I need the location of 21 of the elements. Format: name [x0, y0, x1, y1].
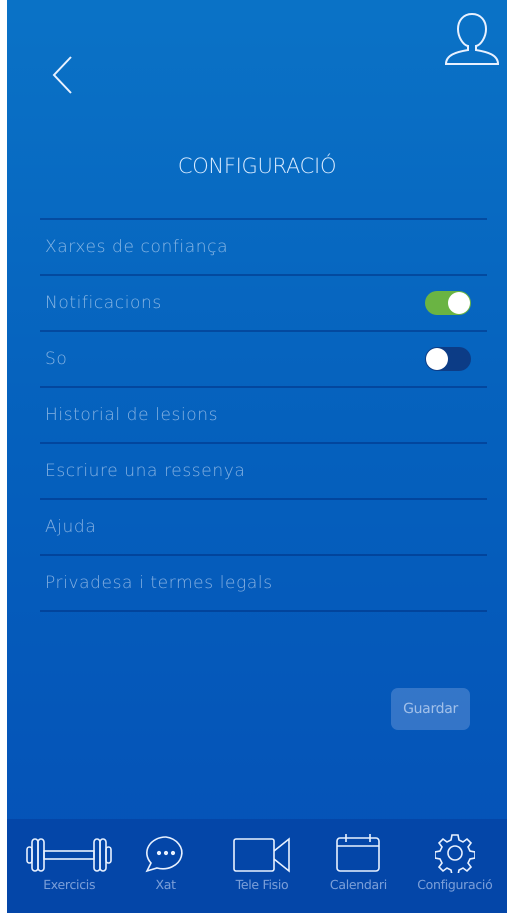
- back-icon[interactable]: [52, 56, 72, 94]
- tab-label[interactable]: Exercicis: [43, 877, 96, 892]
- setting-label[interactable]: Historial de lesions: [45, 405, 218, 425]
- dumbbell-icon: [26, 837, 112, 873]
- tab-label[interactable]: Tele Fisio: [236, 877, 288, 892]
- tab-label[interactable]: Configuració: [417, 877, 492, 892]
- settings-icon: [434, 833, 475, 873]
- setting-label[interactable]: Xarxes de confiança: [45, 237, 228, 257]
- toggle-switch[interactable]: [425, 347, 471, 371]
- tab-label[interactable]: Calendari: [330, 877, 387, 892]
- toggle-switch[interactable]: [425, 291, 471, 315]
- setting-label[interactable]: Escriure una ressenya: [45, 461, 246, 481]
- setting-label[interactable]: Ajuda: [45, 517, 96, 537]
- calendar-icon: [335, 833, 382, 873]
- tab-label[interactable]: Xat: [155, 877, 176, 892]
- setting-label[interactable]: Privadesa i termes legals: [45, 573, 273, 593]
- setting-label[interactable]: So: [45, 349, 68, 369]
- setting-label[interactable]: Notificacions: [45, 293, 162, 313]
- user-icon[interactable]: [444, 12, 500, 66]
- video-camera-icon: [233, 837, 292, 873]
- page-title: CONFIGURACIÓ: [176, 154, 338, 178]
